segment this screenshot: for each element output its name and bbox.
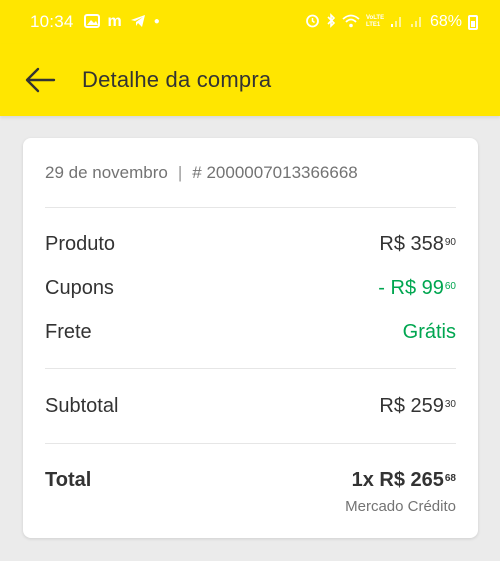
telegram-icon — [130, 14, 146, 31]
order-number: # 2000007013366668 — [192, 163, 358, 182]
row-label: Cupons — [45, 276, 114, 299]
price-cents: 90 — [444, 236, 456, 248]
battery-icon — [468, 14, 478, 30]
status-bar: 10:34 m ● VoLTE LTE1 68% — [0, 0, 500, 44]
row-label: Frete — [45, 320, 92, 343]
gallery-icon — [83, 13, 100, 31]
price-breakdown: Produto R$ 358 90 Cupons - R$ 99 60 Fret… — [45, 208, 456, 368]
alarm-icon — [305, 13, 320, 31]
bluetooth-icon — [326, 13, 336, 31]
row-total: Total 1x R$ 265 68 — [45, 458, 456, 502]
row-cupons: Cupons - R$ 99 60 — [45, 266, 456, 310]
purchase-detail-card: 29 de novembro | # 2000007013366668 Prod… — [23, 138, 478, 538]
price-cents: 30 — [444, 398, 456, 410]
row-produto: Produto R$ 358 90 — [45, 222, 456, 266]
status-time: 10:34 — [30, 12, 74, 31]
subtotal-section: Subtotal R$ 259 30 — [45, 369, 456, 443]
row-label: Produto — [45, 232, 116, 255]
row-value: R$ 358 90 — [379, 233, 456, 256]
signal-icon-2 — [410, 14, 424, 31]
app-bar: Detalhe da compra — [0, 44, 500, 116]
purchase-date: 29 de novembro — [45, 163, 168, 182]
row-value: - R$ 99 60 — [378, 277, 456, 300]
dot-icon: ● — [153, 16, 160, 27]
subtotal-label: Subtotal — [45, 394, 119, 417]
m-app-icon: m — [107, 13, 122, 30]
price-cents: 60 — [444, 280, 456, 292]
purchase-meta: 29 de novembro | # 2000007013366668 — [45, 138, 456, 207]
status-left-icons: m ● — [83, 13, 160, 31]
wifi-icon — [342, 14, 360, 31]
price-main: R$ 259 — [379, 394, 444, 417]
price-main: 1x R$ 265 — [351, 468, 444, 491]
row-frete: Frete Grátis — [45, 310, 456, 354]
back-button[interactable] — [16, 56, 64, 104]
meta-separator: | — [177, 163, 183, 182]
page-title: Detalhe da compra — [82, 67, 272, 92]
signal-icon — [390, 14, 404, 31]
total-label: Total — [45, 468, 92, 491]
status-right-icons: VoLTE LTE1 68% — [305, 13, 478, 31]
payment-method: Mercado Crédito — [345, 498, 456, 515]
battery-percent: 68% — [429, 13, 462, 30]
price-main: R$ 358 — [379, 232, 444, 255]
arrow-left-icon — [25, 67, 56, 93]
network-label: VoLTE LTE1 — [365, 15, 385, 28]
row-subtotal: Subtotal R$ 259 30 — [45, 384, 456, 428]
total-value: 1x R$ 265 68 — [352, 469, 456, 492]
total-section: Total 1x R$ 265 68 Mercado Crédito — [45, 444, 456, 516]
price-main: Grátis — [402, 320, 456, 343]
price-main: - R$ 99 — [378, 276, 444, 299]
price-cents: 68 — [444, 472, 456, 484]
subtotal-value: R$ 259 30 — [379, 395, 456, 418]
row-value: Grátis — [403, 321, 456, 344]
